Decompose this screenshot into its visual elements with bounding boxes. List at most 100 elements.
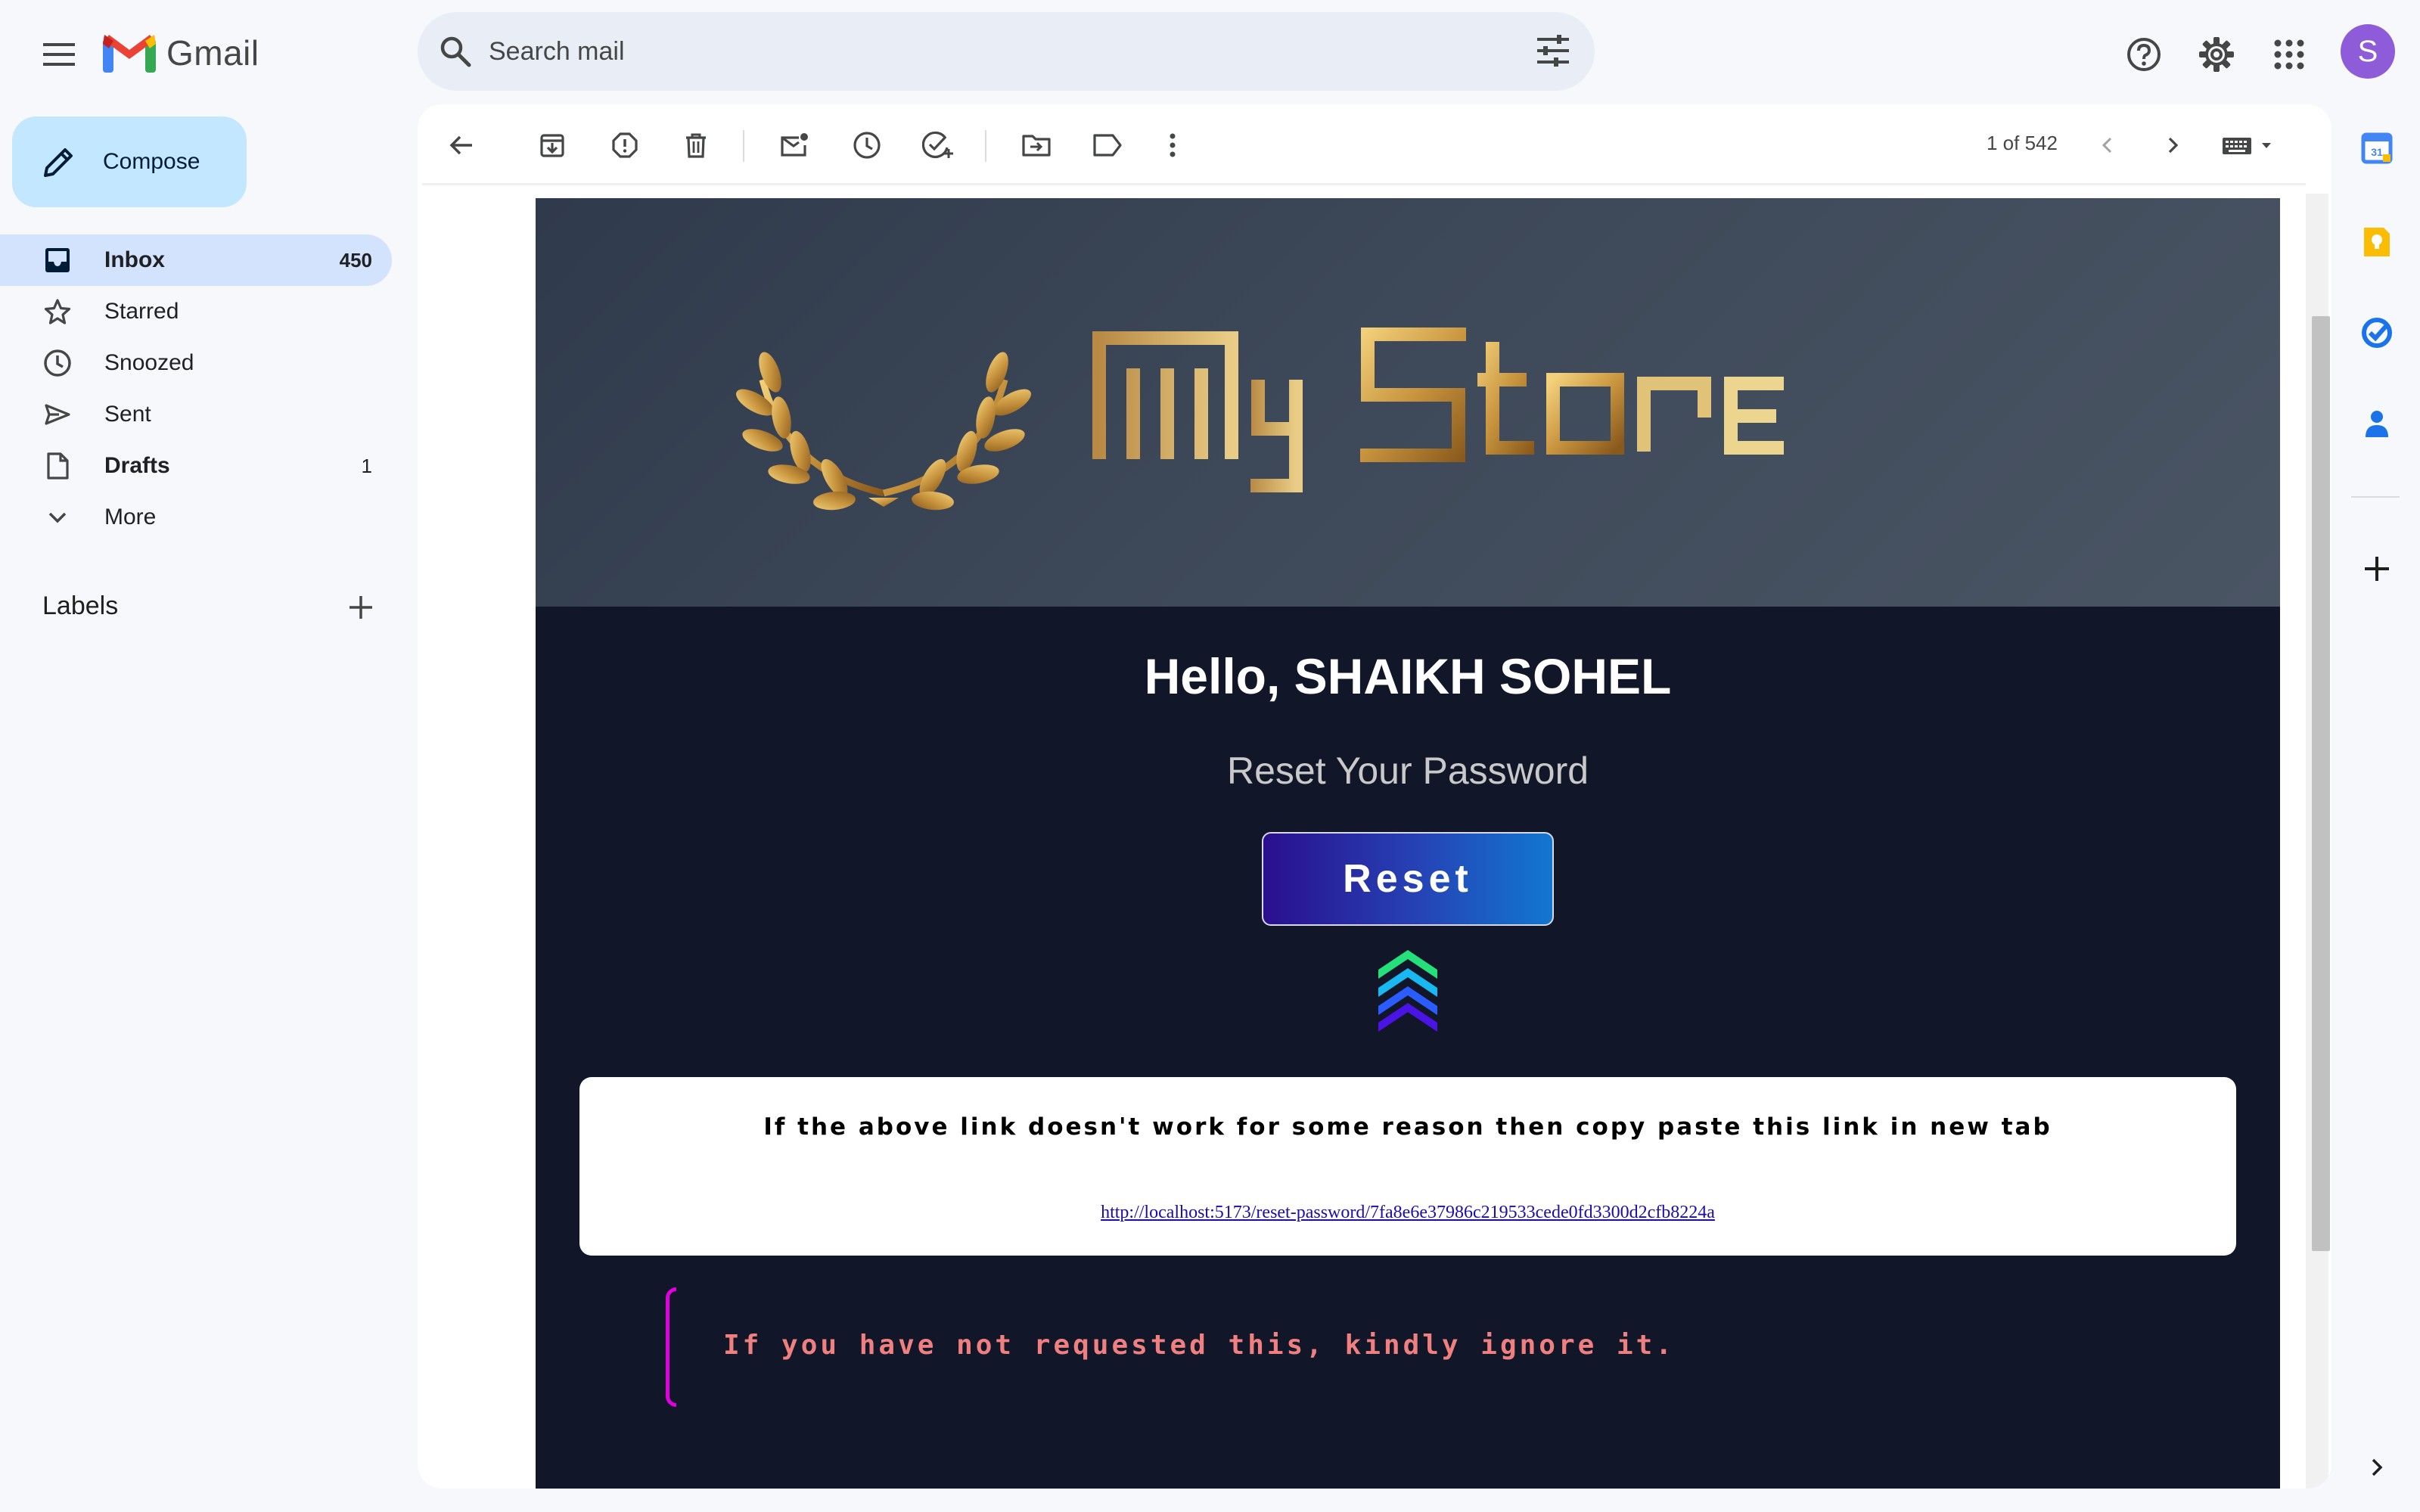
my-store-logo (736, 328, 1784, 511)
send-icon (45, 404, 70, 425)
nav-item-snoozed[interactable]: Snoozed (0, 337, 392, 389)
message-toolbar: 1 of 542 (418, 104, 2331, 186)
compose-button[interactable]: Compose (12, 116, 247, 207)
snooze-icon (853, 132, 881, 159)
add-app-icon (2365, 557, 2389, 581)
back-arrow-icon (449, 135, 472, 155)
google-apps-button[interactable] (2262, 27, 2316, 82)
back-button[interactable] (440, 124, 483, 166)
account-avatar[interactable]: S (2341, 24, 2395, 79)
nav-label: More (104, 505, 157, 529)
get-addons-button[interactable] (2354, 546, 2400, 591)
more-vert-icon (1170, 133, 1176, 157)
input-tools-button[interactable] (2212, 124, 2288, 166)
chevron-up-arrows-icon (1378, 950, 1437, 1032)
toolbar-divider-line (422, 183, 2306, 185)
calendar-day: 31 (2371, 146, 2383, 158)
star-icon (44, 299, 71, 324)
reset-password-button[interactable]: Reset (1262, 832, 1554, 926)
quote-accent-bar (666, 1287, 676, 1407)
newer-button[interactable] (2086, 124, 2129, 166)
nav-label: Inbox (104, 247, 165, 272)
clock-icon (44, 349, 71, 377)
keep-icon (2364, 228, 2390, 256)
nav-label: Drafts (104, 453, 170, 478)
keyboard-icon (2223, 138, 2271, 154)
mark-unread-icon (781, 133, 808, 157)
keep-app-button[interactable] (2354, 219, 2400, 265)
fallback-note: If the above link doesn't work for some … (763, 1113, 2052, 1141)
chevron-left-icon (2102, 137, 2112, 154)
email-body: Hello, SHAIKH SOHEL Reset Your Password … (536, 198, 2280, 1489)
calendar-app-button[interactable]: 31 (2354, 126, 2400, 171)
move-to-button[interactable] (1015, 124, 1058, 166)
nav-item-drafts[interactable]: Drafts 1 (0, 440, 392, 492)
gmail-m-icon (103, 35, 156, 73)
calendar-icon: 31 (2361, 132, 2393, 164)
show-side-panel-button[interactable] (2354, 1445, 2400, 1490)
labels-heading: Labels (42, 591, 119, 620)
main-menu-button[interactable] (32, 27, 86, 82)
contacts-icon (2366, 411, 2388, 437)
snooze-button[interactable] (846, 124, 888, 166)
search-bar[interactable] (418, 12, 1595, 91)
nav-item-more[interactable]: More (0, 492, 392, 543)
pagination-count: 1 of 542 (1987, 132, 2058, 154)
nav-label: Starred (104, 299, 179, 324)
tasks-app-button[interactable] (2354, 310, 2400, 355)
chevron-down-icon (48, 512, 67, 523)
laurel-wreath-icon (736, 352, 1031, 511)
delete-icon (686, 133, 706, 158)
nav-label: Sent (104, 402, 151, 427)
toolbar-divider (743, 130, 744, 162)
brand-wordmark (1092, 328, 1784, 492)
toolbar-divider (985, 130, 986, 162)
draft-icon (47, 452, 69, 480)
reset-subtitle: Reset Your Password (1226, 750, 1589, 792)
search-options-icon[interactable] (1536, 35, 1570, 67)
search-icon[interactable] (439, 35, 472, 68)
chevron-right-icon (2168, 137, 2179, 154)
fallback-link-card: If the above link doesn't work for some … (579, 1077, 2236, 1256)
archive-icon (540, 134, 564, 157)
unread-count: 450 (339, 248, 372, 272)
older-button[interactable] (2151, 124, 2194, 166)
reset-password-link[interactable]: http://localhost:5173/reset-password/7fa… (579, 1203, 2236, 1223)
nav-item-sent[interactable]: Sent (0, 389, 392, 440)
label-icon (1093, 134, 1122, 157)
help-icon (2127, 38, 2161, 71)
inbox-icon (45, 248, 70, 272)
tasks-icon (2362, 318, 2392, 348)
compose-label: Compose (103, 149, 200, 174)
report-spam-icon (612, 132, 638, 158)
gmail-wordmark: Gmail (166, 33, 259, 73)
gmail-logo[interactable]: Gmail (103, 30, 259, 76)
search-input[interactable] (489, 30, 1472, 73)
draft-count: 1 (361, 454, 372, 477)
nav-item-starred[interactable]: Starred (0, 286, 392, 337)
add-label-icon[interactable] (343, 590, 378, 625)
mark-unread-button[interactable] (773, 124, 815, 166)
report-spam-button[interactable] (604, 124, 646, 166)
store-banner (536, 198, 2280, 607)
apps-grid-icon (2274, 39, 2304, 70)
pencil-icon (44, 148, 73, 177)
nav-label: Snoozed (104, 350, 194, 375)
hamburger-icon (43, 43, 75, 66)
greeting-heading: Hello, SHAIKH SOHEL (1144, 648, 1672, 704)
label-button[interactable] (1086, 124, 1129, 166)
nav-item-inbox[interactable]: Inbox 450 (0, 234, 392, 286)
add-to-tasks-icon (922, 131, 953, 158)
chevron-right-icon (2372, 1458, 2383, 1476)
contacts-app-button[interactable] (2354, 401, 2400, 446)
archive-button[interactable] (531, 124, 573, 166)
settings-button[interactable] (2189, 27, 2244, 82)
gear-icon (2199, 37, 2234, 72)
move-to-icon (1022, 135, 1051, 157)
add-to-tasks-button[interactable] (917, 124, 959, 166)
support-button[interactable] (2117, 27, 2171, 82)
scrollbar-thumb[interactable] (2312, 316, 2330, 1251)
delete-button[interactable] (675, 124, 717, 166)
more-options-button[interactable] (1151, 124, 1194, 166)
ignore-notice: If you have not requested this, kindly i… (723, 1330, 1676, 1361)
